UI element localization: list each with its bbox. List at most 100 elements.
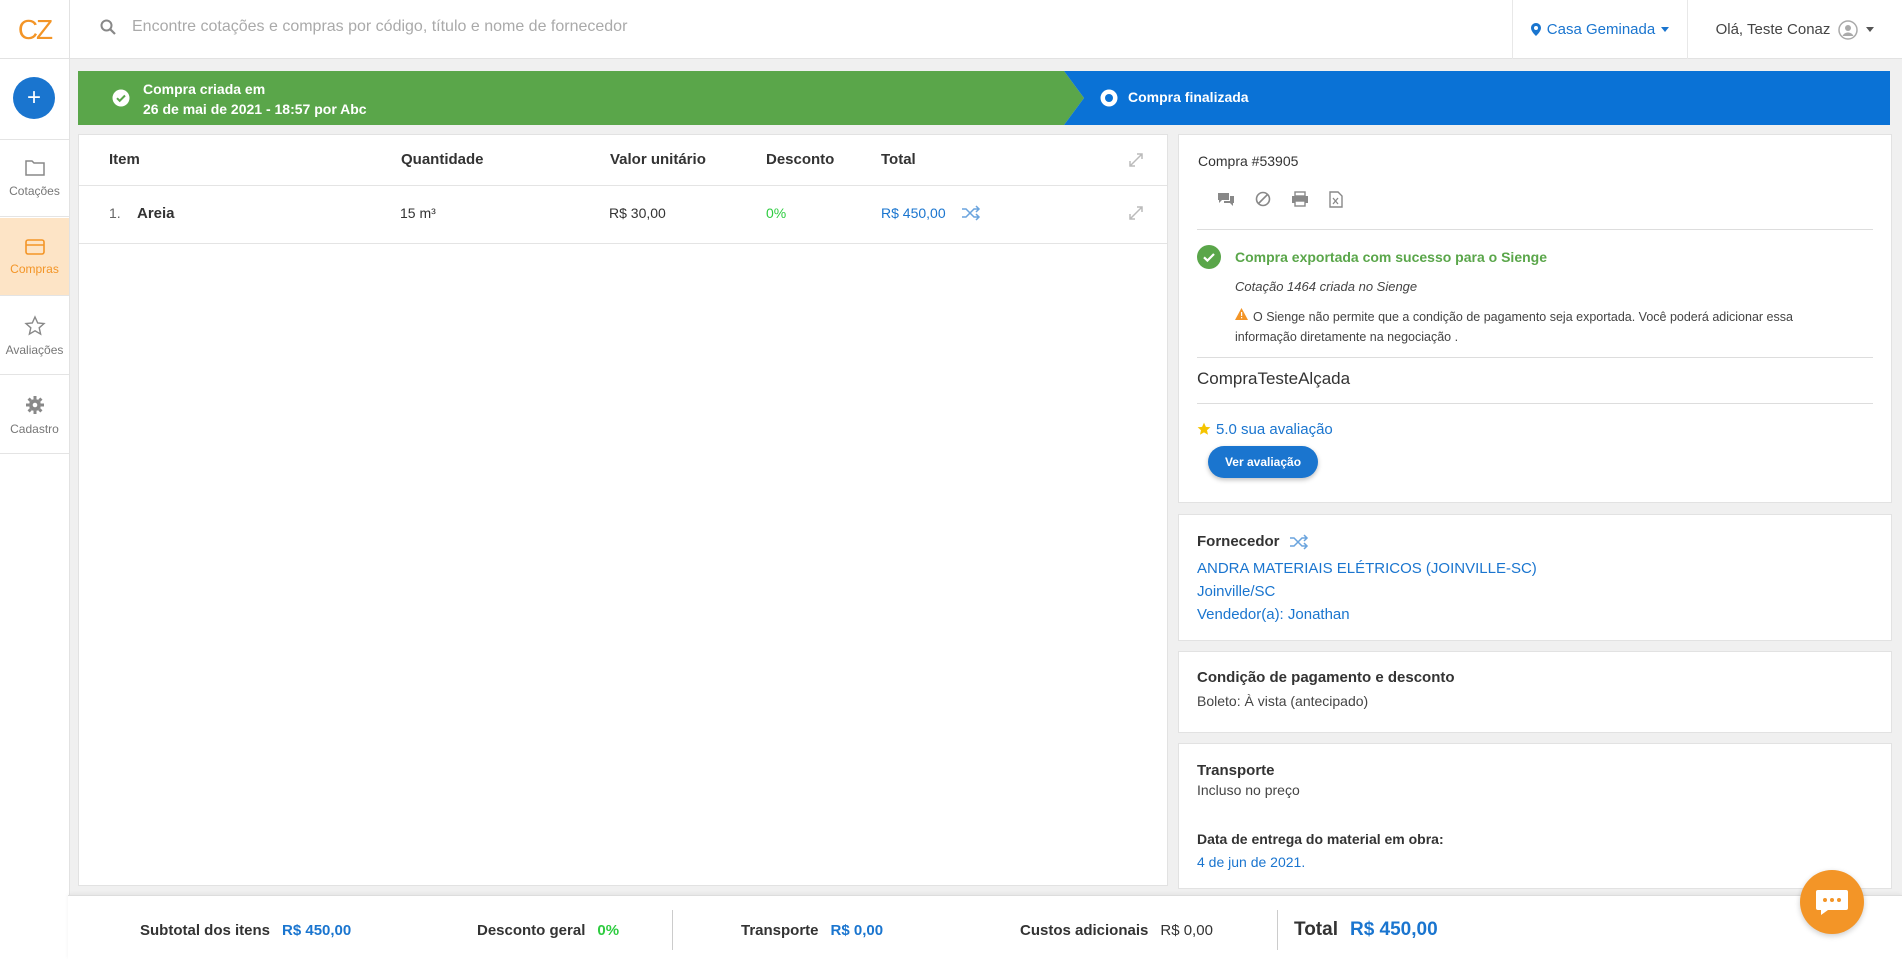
chat-icon[interactable] [1217, 191, 1235, 207]
user-greeting: Olá, Teste Conaz [1715, 21, 1831, 38]
purchase-panel: Compra #53905 Compra exportada com suces… [1178, 134, 1892, 503]
gear-icon [25, 395, 44, 414]
divider [672, 910, 673, 950]
additional-costs: Custos adicionais R$ 0,00 [1020, 922, 1213, 939]
subtotal-value: R$ 450,00 [282, 922, 352, 939]
sidebar-item-label: Cadastro [10, 421, 59, 436]
sidebar-item-label: Compras [10, 261, 59, 276]
radio-dot-icon [1100, 89, 1118, 107]
transport-value: Incluso no preço [1197, 782, 1300, 798]
transport-label: Transporte [1197, 762, 1275, 779]
chat-button[interactable] [1800, 870, 1864, 934]
status-created-label: Compra criada em [143, 81, 266, 97]
supplier-seller: Vendedor(a): Jonathan [1197, 606, 1350, 623]
cancel-icon[interactable] [1255, 191, 1271, 207]
divider [79, 243, 1167, 244]
export-success-message: Compra exportada com sucesso para o Sien… [1235, 249, 1547, 265]
column-header-quantity: Quantidade [401, 151, 484, 168]
expand-icon[interactable] [1129, 206, 1143, 220]
app-logo[interactable]: CZ [0, 0, 70, 59]
card-icon [24, 238, 45, 255]
subtotal-label: Subtotal dos itens [140, 922, 271, 939]
avatar-icon [1838, 19, 1859, 40]
star-icon [23, 314, 46, 336]
print-icon[interactable] [1291, 191, 1309, 207]
search-icon [100, 19, 116, 35]
supplier-label: Fornecedor [1197, 533, 1280, 550]
items-table: Item Quantidade Valor unitário Desconto … [78, 134, 1168, 886]
row-item: Areia [137, 205, 175, 222]
map-pin-icon [1530, 23, 1541, 36]
status-step-finalized: Compra finalizada [1064, 71, 1890, 125]
subtotal: Subtotal dos itens R$ 450,00 [140, 922, 351, 939]
transport-cost: Transporte R$ 0,00 [741, 922, 883, 939]
row-discount: 0% [766, 205, 787, 221]
total-value: R$ 450,00 [1349, 919, 1438, 940]
divider [79, 185, 1167, 186]
total-label: Total [1294, 919, 1338, 940]
sidebar-item-label: Cotações [9, 184, 60, 198]
sidebar-item-label: Avaliações [5, 342, 64, 357]
row-unit-price: R$ 30,00 [609, 205, 666, 221]
rating-label: 5.0 sua avaliação [1216, 421, 1333, 438]
column-header-item: Item [109, 151, 140, 168]
user-menu[interactable]: Olá, Teste Conaz [1688, 0, 1902, 59]
additional-costs-label: Custos adicionais [1020, 922, 1149, 939]
status-created-date: 26 de mai de 2021 - 18:57 por Abc [143, 101, 367, 117]
supplier-name[interactable]: ANDRA MATERIAIS ELÉTRICOS (JOINVILLE-SC) [1197, 557, 1537, 580]
star-icon [1197, 422, 1211, 435]
totals-footer: Subtotal dos itens R$ 450,00 Desconto ger… [68, 895, 1902, 959]
additional-costs-value: R$ 0,00 [1160, 922, 1213, 939]
supplier-panel: Fornecedor ANDRA MATERIAIS ELÉTRICOS (JO… [1178, 514, 1892, 641]
transport-panel: Transporte Incluso no preço Data de entr… [1178, 743, 1892, 889]
search-bar[interactable]: Encontre cotações e compras por código, … [100, 18, 627, 36]
sidebar-item-compras[interactable]: Compras [0, 218, 69, 296]
sidebar: + Cotações Compras Avaliações Cadastro [0, 59, 70, 959]
shuffle-icon[interactable] [961, 205, 981, 221]
payment-panel: Condição de pagamento e desconto Boleto:… [1178, 651, 1892, 733]
delivery-date: 4 de jun de 2021. [1197, 854, 1306, 870]
purchase-title: Compra #53905 [1198, 153, 1299, 169]
expand-icon[interactable] [1129, 153, 1143, 167]
divider [1197, 357, 1873, 358]
status-step-created: Compra criada em 26 de mai de 2021 - 18:… [78, 71, 1084, 125]
excel-file-icon[interactable] [1329, 191, 1343, 208]
add-button[interactable]: + [13, 77, 55, 119]
top-bar: CZ Encontre cotações e compras por códig… [0, 0, 1902, 59]
search-input[interactable]: Encontre cotações e compras por código, … [132, 18, 627, 36]
view-rating-button[interactable]: Ver avaliação [1208, 446, 1318, 478]
discount-value: 0% [597, 922, 620, 939]
payment-value: Boleto: À vista (antecipado) [1197, 693, 1369, 709]
grand-total: Total R$ 450,00 [1294, 919, 1438, 941]
delivery-label: Data de entrega do material em obra: [1197, 831, 1444, 847]
row-quantity: 15 m³ [400, 205, 436, 221]
row-number: 1. [109, 205, 121, 221]
column-header-unit-price: Valor unitário [610, 151, 706, 168]
location-selector[interactable]: Casa Geminada [1512, 0, 1688, 59]
warning-message: O Sienge não permite que a condição de p… [1235, 310, 1793, 344]
discount-label: Desconto geral [477, 922, 586, 939]
status-finalized-label: Compra finalizada [1128, 89, 1249, 105]
column-header-total: Total [881, 151, 916, 168]
quote-note: Cotação 1464 criada no Sienge [1235, 279, 1418, 294]
row-total[interactable]: R$ 450,00 [881, 205, 946, 221]
sidebar-item-avaliacoes[interactable]: Avaliações [0, 297, 69, 375]
general-discount: Desconto geral 0% [477, 922, 619, 939]
shuffle-icon[interactable] [1289, 534, 1309, 550]
folder-icon [24, 160, 45, 176]
chat-bubble-icon [1816, 890, 1848, 915]
divider [1277, 910, 1278, 950]
purchase-actions [1217, 191, 1343, 208]
supplier-info[interactable]: ANDRA MATERIAIS ELÉTRICOS (JOINVILLE-SC)… [1197, 557, 1537, 626]
transport-cost-label: Transporte [741, 922, 819, 939]
chevron-down-icon [1661, 27, 1670, 32]
divider [1197, 403, 1873, 404]
divider [1197, 229, 1873, 230]
chevron-down-icon [1866, 27, 1875, 32]
sidebar-item-cotacoes[interactable]: Cotações [0, 139, 69, 217]
payment-label: Condição de pagamento e desconto [1197, 669, 1455, 686]
supplier-city: Joinville/SC [1197, 583, 1276, 600]
location-label: Casa Geminada [1546, 21, 1656, 38]
purchase-name: CompraTesteAlçada [1197, 369, 1351, 388]
sidebar-item-cadastro[interactable]: Cadastro [0, 376, 69, 454]
